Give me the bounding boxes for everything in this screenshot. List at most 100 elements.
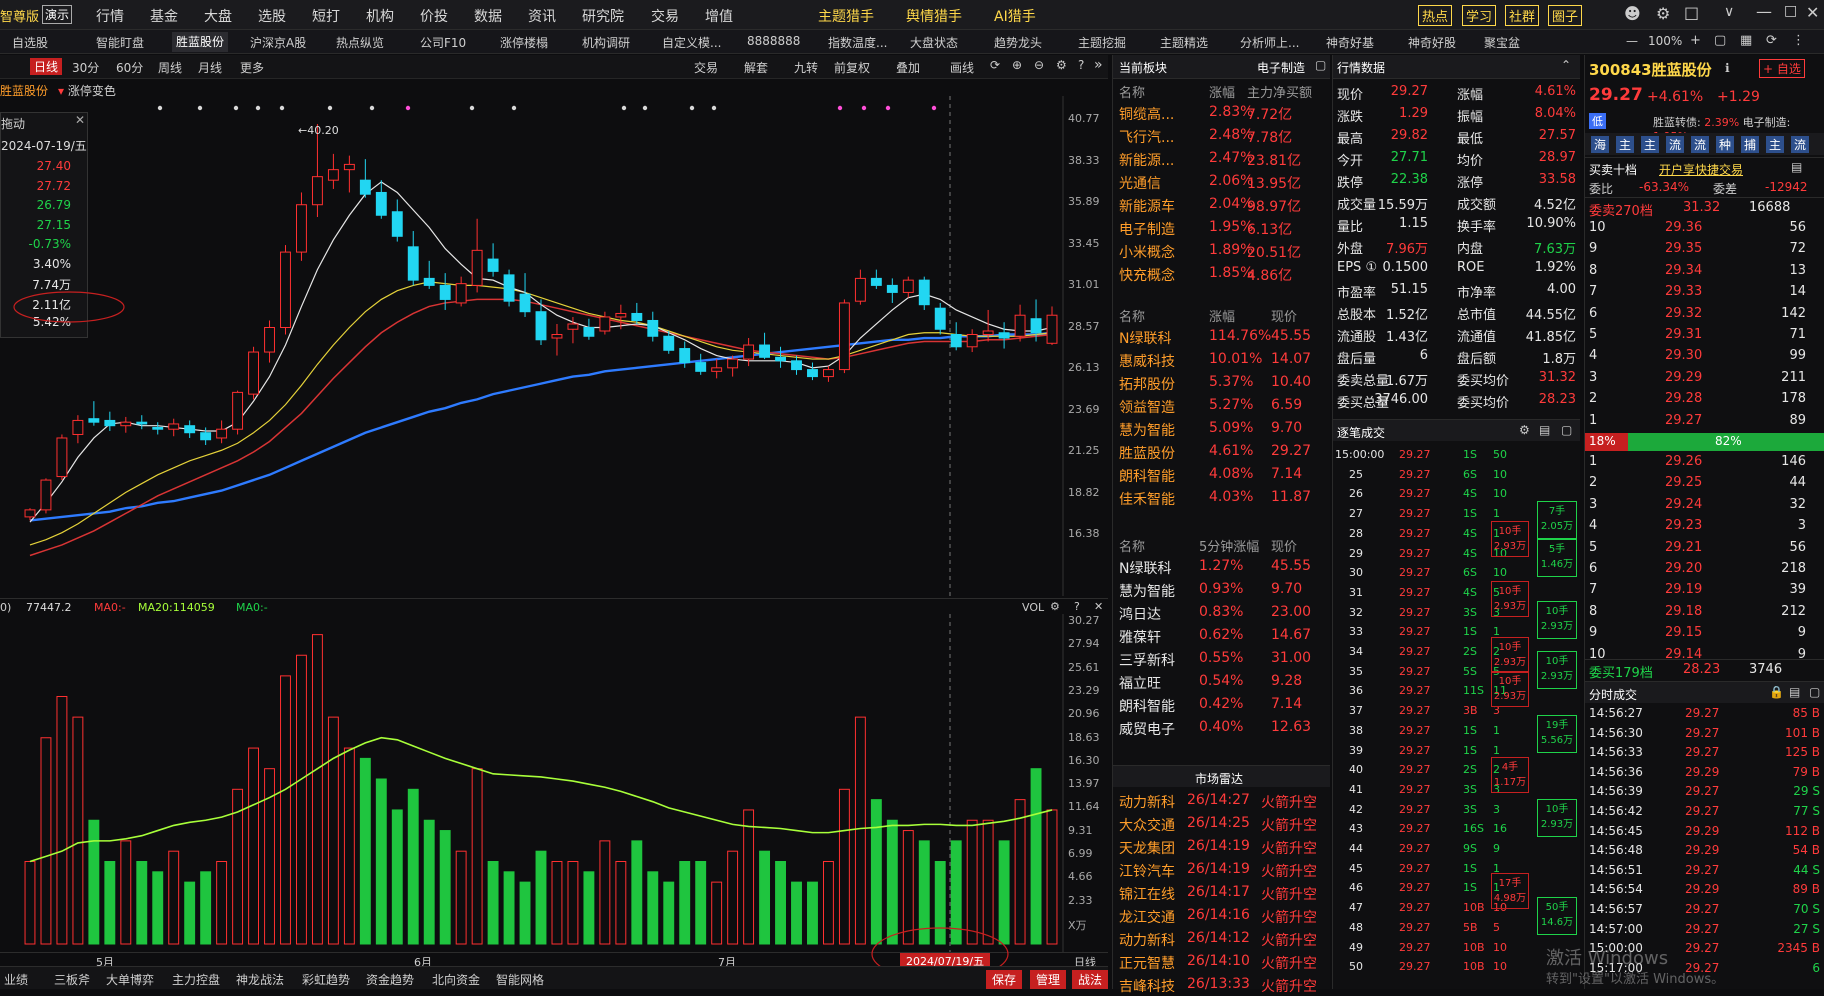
lock-icon[interactable]: 🔒	[1769, 685, 1784, 699]
gainers-row[interactable]: N绿联科 114.76% 45.55	[1113, 325, 1330, 348]
more-icon[interactable]: ⋮	[1792, 33, 1805, 48]
menu-6[interactable]: 价投	[420, 6, 448, 26]
menu-10[interactable]: 交易	[651, 6, 679, 26]
speed-row[interactable]: N绿联科 1.27% 45.55	[1113, 555, 1330, 578]
buys-level[interactable]: 8 29.18 212	[1585, 601, 1824, 622]
sells-level[interactable]: 6 29.32 142	[1585, 303, 1824, 324]
tab-15[interactable]: 分析师上...	[1240, 34, 1299, 51]
trade-btn-3[interactable]: 流	[1666, 136, 1685, 153]
buys-level[interactable]: 3 29.24 32	[1585, 494, 1824, 515]
period-1[interactable]: 30分	[72, 59, 99, 76]
tab-0[interactable]: 自选股	[12, 34, 48, 51]
ts-expand-icon[interactable]: ▢	[1809, 685, 1820, 699]
bottom-btn-2[interactable]: 战法	[1072, 970, 1108, 989]
trade-btn-7[interactable]: 主	[1766, 136, 1785, 153]
sector-row[interactable]: 新能源车 2.04% 98.97亿	[1113, 193, 1330, 216]
radar-row[interactable]: 江铃汽车 26/14:19 火箭升空	[1113, 858, 1330, 881]
period-3[interactable]: 周线	[158, 59, 182, 76]
refresh-icon[interactable]: ⟳	[1766, 33, 1777, 48]
indicator-tab-6[interactable]: 资金趋势	[366, 971, 414, 988]
sector-row[interactable]: 电子制造 1.95% 6.13亿	[1113, 216, 1330, 239]
chevron-down-icon[interactable]: ∨	[1724, 4, 1734, 20]
menu-3[interactable]: 选股	[258, 6, 286, 26]
chart-tool-0[interactable]: 交易	[694, 59, 718, 76]
top-btn-3[interactable]: 圈子	[1548, 5, 1583, 26]
chart-tool-2[interactable]: 九转	[794, 59, 818, 76]
demo-badge[interactable]: 演示	[42, 5, 73, 24]
buys-level[interactable]: 9 29.15 9	[1585, 622, 1824, 643]
ticks-filter-icon[interactable]: ⚙	[1519, 423, 1530, 437]
gainers-row[interactable]: 惠威科技 10.01% 14.07	[1113, 348, 1330, 371]
fit-icon[interactable]: ▢	[1714, 33, 1726, 48]
trade-btn-6[interactable]: 捕	[1741, 136, 1760, 153]
tab-9[interactable]: 8888888	[747, 34, 800, 48]
menu-1[interactable]: 基金	[150, 6, 178, 26]
sector-row[interactable]: 飞行汽... 2.48% 7.78亿	[1113, 124, 1330, 147]
indicator-tab-5[interactable]: 彩虹趋势	[302, 971, 350, 988]
buys-level[interactable]: 2 29.25 44	[1585, 472, 1824, 493]
trade-btn-4[interactable]: 流	[1691, 136, 1710, 153]
sells-level[interactable]: 2 29.28 178	[1585, 388, 1824, 409]
menu-9[interactable]: 研究院	[582, 6, 624, 26]
indicator-tab-8[interactable]: 智能网格	[496, 971, 544, 988]
sells-level[interactable]: 3 29.29 211	[1585, 367, 1824, 388]
sector-row[interactable]: 新能源... 2.47% 23.81亿	[1113, 147, 1330, 170]
expand-icon[interactable]: ▢	[1315, 58, 1326, 72]
gainers-row[interactable]: 胜蓝股份 4.61% 29.27	[1113, 440, 1330, 463]
gear-icon[interactable]: ⚙	[1656, 4, 1670, 23]
top-btn-0[interactable]: 热点	[1418, 5, 1453, 26]
gainers-row[interactable]: 朗科智能 4.08% 7.14	[1113, 463, 1330, 486]
bottom-btn-1[interactable]: 管理	[1030, 970, 1067, 989]
sector-row[interactable]: 铜缆高... 2.83% 7.72亿	[1113, 101, 1330, 124]
vol-help-icon[interactable]: ?	[1074, 600, 1080, 613]
sells-level[interactable]: 4 29.30 99	[1585, 345, 1824, 366]
sells-level[interactable]: 7 29.33 14	[1585, 281, 1824, 302]
gainers-row[interactable]: 佳禾智能 4.03% 11.87	[1113, 486, 1330, 509]
chart-tool-1[interactable]: 解套	[744, 59, 768, 76]
ticks-list-icon[interactable]: ▤	[1539, 423, 1550, 437]
speed-row[interactable]: 朗科智能 0.42% 7.14	[1113, 693, 1330, 716]
info-icon[interactable]: ℹ	[1725, 61, 1730, 75]
vol-close-icon[interactable]: ✕	[1094, 600, 1103, 613]
tab-18[interactable]: 聚宝盆	[1484, 34, 1520, 51]
info-close-icon[interactable]: ✕	[75, 113, 85, 127]
book-list-icon[interactable]: ▤	[1791, 160, 1802, 174]
trade-btn-0[interactable]: 海	[1591, 136, 1610, 153]
sells-level[interactable]: 1 29.27 89	[1585, 410, 1824, 431]
help-icon[interactable]: ?	[1078, 58, 1084, 72]
sells-level[interactable]: 10 29.36 56	[1585, 217, 1824, 238]
indicator-tab-1[interactable]: 三板斧	[54, 971, 90, 988]
tab-11[interactable]: 大盘状态	[910, 34, 958, 51]
buys-level[interactable]: 7 29.19 39	[1585, 579, 1824, 600]
period-0[interactable]: 日线	[30, 58, 63, 75]
indicator-tab-4[interactable]: 神龙战法	[236, 971, 284, 988]
speed-row[interactable]: 三孚新科 0.55% 31.00	[1113, 647, 1330, 670]
gainers-row[interactable]: 领益智造 5.27% 6.59	[1113, 394, 1330, 417]
top-btn-1[interactable]: 学习	[1462, 5, 1497, 26]
settings-icon[interactable]: ⚙	[1056, 58, 1067, 72]
sector-row[interactable]: 小米概念 1.89% 20.51亿	[1113, 239, 1330, 262]
trade-btn-1[interactable]: 主	[1616, 136, 1635, 153]
chart-tool-3[interactable]: 前复权	[834, 59, 870, 76]
speed-row[interactable]: 雅葆轩 0.62% 14.67	[1113, 624, 1330, 647]
indicator-tab-2[interactable]: 大单博弈	[106, 971, 154, 988]
trade-btn-8[interactable]: 流	[1791, 136, 1810, 153]
add-watchlist-button[interactable]: + 自选	[1759, 59, 1805, 78]
radar-row[interactable]: 锦江在线 26/14:17 火箭升空	[1113, 881, 1330, 904]
sector-row[interactable]: 光通信 2.06% 13.95亿	[1113, 170, 1330, 193]
menu-8[interactable]: 资讯	[528, 6, 556, 26]
period-2[interactable]: 60分	[116, 59, 143, 76]
buys-level[interactable]: 4 29.23 3	[1585, 515, 1824, 536]
speed-row[interactable]: 鸿日达 0.83% 23.00	[1113, 601, 1330, 624]
radar-row[interactable]: 动力新科 26/14:12 火箭升空	[1113, 927, 1330, 950]
radar-row[interactable]: 吉峰科技 26/13:33 火箭升空	[1113, 973, 1330, 996]
radar-row[interactable]: 大众交通 26/14:25 火箭升空	[1113, 812, 1330, 835]
tab-16[interactable]: 神奇好基	[1326, 34, 1374, 51]
menu-11[interactable]: 增值	[705, 6, 733, 26]
tab-14[interactable]: 主题精选	[1160, 34, 1208, 51]
tab-17[interactable]: 神奇好股	[1408, 34, 1456, 51]
speed-row[interactable]: 慧为智能 0.93% 9.70	[1113, 578, 1330, 601]
buys-level[interactable]: 6 29.20 218	[1585, 558, 1824, 579]
window-icon[interactable]: □	[1684, 3, 1699, 22]
menu-7[interactable]: 数据	[474, 6, 502, 26]
